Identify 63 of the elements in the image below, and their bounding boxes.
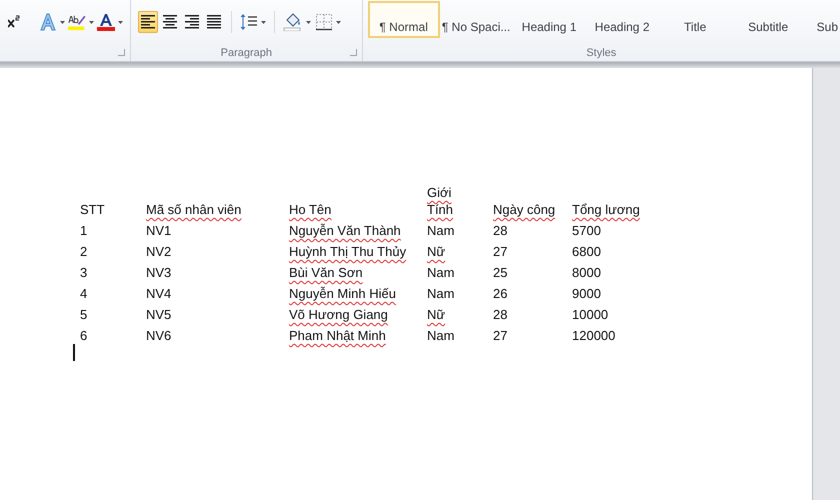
- table-cell-text: Nam: [427, 222, 456, 239]
- table-cell-text: 5: [80, 306, 88, 323]
- table-cell-text: Nguyễn Văn Thành: [289, 222, 402, 239]
- style-option[interactable]: Title: [658, 1, 732, 38]
- dropdown-arrow-icon[interactable]: [261, 19, 267, 25]
- table-cell-text: NV5: [146, 306, 172, 323]
- text-cursor: [73, 344, 75, 361]
- table-cell-text: 5700: [572, 222, 602, 239]
- dropdown-arrow-icon[interactable]: [336, 19, 342, 25]
- table-cell-text: NV6: [146, 327, 172, 344]
- group-label: Paragraph: [220, 46, 272, 58]
- group-label: Styles: [586, 46, 616, 58]
- column-header: Ho Tên: [289, 201, 332, 218]
- column-header: STT: [80, 201, 106, 218]
- column-header: Tổng lương: [572, 201, 641, 218]
- table-cell-text: 26: [493, 285, 508, 302]
- table-cell-text: 120000: [572, 327, 616, 344]
- table-cell-text: Nam: [427, 264, 456, 281]
- table-cell-text: Pham Nhật Minh: [289, 327, 387, 344]
- table-cell-text: 28: [493, 222, 508, 239]
- table-cell-text: Bùi Văn Sơn: [289, 264, 364, 281]
- table-cell-text: 25: [493, 264, 508, 281]
- dropdown-arrow-icon[interactable]: [60, 19, 65, 25]
- column-header: Giới Tính: [427, 184, 454, 218]
- table-cell-text: 27: [493, 243, 508, 260]
- table-cell-text: Huỳnh Thị Thu Thủy: [289, 243, 408, 260]
- table-cell-text: 6: [80, 327, 88, 344]
- align-left-icon[interactable]: [138, 11, 158, 33]
- table-cell-text: Nam: [427, 327, 456, 344]
- dropdown-arrow-icon[interactable]: [89, 19, 94, 25]
- table-cell-text: 28: [493, 306, 508, 323]
- table-cell-text: 10000: [572, 306, 610, 323]
- table-cell-text: 2: [80, 243, 88, 260]
- dropdown-arrow-icon[interactable]: [306, 19, 312, 25]
- table-cell-text: NV1: [146, 222, 172, 239]
- table-cell-text: NV3: [146, 264, 172, 281]
- table-cell-text: 4: [80, 285, 88, 302]
- table-cell-text: Nữ: [427, 243, 446, 260]
- table-cell-text: 9000: [572, 285, 602, 302]
- table-cell-text: Nam: [427, 285, 456, 302]
- style-option[interactable]: ¶ Normal: [368, 1, 440, 38]
- table-cell-text: 6800: [572, 243, 602, 260]
- style-option[interactable]: Sub: [804, 1, 840, 38]
- column-header: Mã số nhân viên: [146, 201, 242, 218]
- font-color-icon[interactable]: [96, 11, 116, 33]
- style-option[interactable]: ¶ No Spaci...: [440, 1, 513, 38]
- scrollbar[interactable]: [813, 68, 840, 500]
- table-cell-text: 1: [80, 222, 88, 239]
- table-cell-text: 27: [493, 327, 508, 344]
- style-option[interactable]: Heading 2: [586, 1, 659, 38]
- table-cell-text: 3: [80, 264, 88, 281]
- table-cell-text: Nguyễn Minh Hiếu: [289, 285, 397, 302]
- table-cell-text: Võ Hương Giang: [289, 306, 389, 323]
- style-option[interactable]: Subtitle: [732, 1, 805, 38]
- table-cell-text: NV2: [146, 243, 172, 260]
- table-cell-text: NV4: [146, 285, 172, 302]
- column-header: Ngày công: [493, 201, 556, 218]
- style-option[interactable]: Heading 1: [512, 1, 586, 38]
- text-effects-icon[interactable]: [38, 11, 58, 33]
- dropdown-arrow-icon[interactable]: [118, 19, 123, 25]
- borders-icon[interactable]: [314, 11, 334, 33]
- table-cell-text: Nữ: [427, 306, 446, 323]
- table-cell-text: 8000: [572, 264, 602, 281]
